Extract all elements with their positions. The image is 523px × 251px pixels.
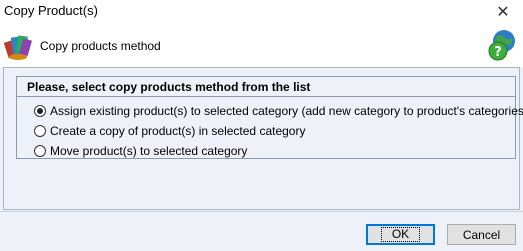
- ok-button[interactable]: OK: [366, 224, 435, 245]
- option-create-copy[interactable]: Create a copy of product(s) in selected …: [34, 123, 305, 139]
- ok-button-label: OK: [380, 227, 421, 242]
- help-globe-icon[interactable]: ?: [487, 29, 517, 63]
- products-icon: [4, 35, 33, 60]
- cancel-button-label: Cancel: [462, 227, 501, 242]
- radio-button[interactable]: [34, 125, 46, 137]
- group-title: Please, select copy products method from…: [17, 77, 515, 97]
- radio-button-checked[interactable]: [34, 105, 46, 117]
- option-assign-existing[interactable]: Assign existing product(s) to selected c…: [34, 103, 523, 119]
- title-bar: Copy Product(s) ✕: [0, 0, 523, 23]
- option-label: Move product(s) to selected category: [50, 144, 248, 158]
- header-label: Copy products method: [40, 39, 161, 53]
- radio-button[interactable]: [34, 145, 46, 157]
- cancel-button[interactable]: Cancel: [447, 224, 516, 245]
- dialog-header: Copy products method ?: [0, 23, 523, 67]
- option-label: Assign existing product(s) to selected c…: [50, 104, 523, 118]
- window-title: Copy Product(s): [4, 3, 98, 18]
- svg-text:?: ?: [494, 45, 502, 60]
- content-panel: Please, select copy products method from…: [3, 67, 523, 210]
- close-button[interactable]: ✕: [483, 0, 523, 23]
- footer-divider: [0, 211, 523, 212]
- option-move[interactable]: Move product(s) to selected category: [34, 143, 247, 159]
- method-group: Please, select copy products method from…: [16, 76, 523, 159]
- option-label: Create a copy of product(s) in selected …: [50, 124, 306, 138]
- dialog-client: Please, select copy products method from…: [0, 67, 523, 251]
- close-icon: ✕: [496, 3, 510, 21]
